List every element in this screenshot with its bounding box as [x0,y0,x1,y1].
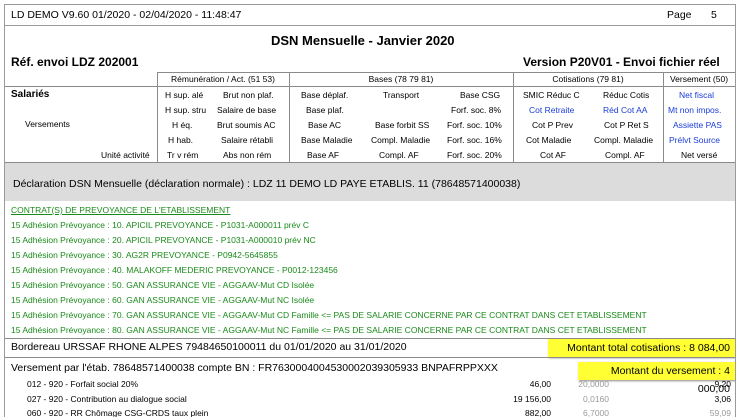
bordereau-line: Bordereau URSSAF RHONE ALPES 79484650100… [11,341,407,353]
declaration-text: Déclaration DSN Mensuelle (déclaration n… [13,178,521,190]
page-label: Page [667,9,692,21]
col-header: Brut soumis AC [217,120,276,130]
contrat-line: 15 Adhésion Prévoyance : 80. GAN ASSURAN… [11,325,647,335]
report-app-line: LD DEMO V9.60 01/2020 - 02/04/2020 - 11:… [11,9,242,21]
declaration-band: Déclaration DSN Mensuelle (déclaration n… [5,163,735,201]
col-header: Cot Maladie [526,135,572,145]
ref-envoi: Réf. envoi LDZ 202001 [11,55,139,69]
col-header: H éq. [172,120,193,130]
col-header: Net fiscal [679,90,714,100]
col-header: H hab. [168,135,194,145]
col-header: H sup. alé [165,90,204,100]
group-remuneration: Rémunération / Act. (51 53) [171,74,275,84]
col-header: Brut non plaf. [223,90,274,100]
col-header: Cot Retraite [529,105,575,115]
label-unite-activite: Unité activité [101,150,150,160]
col-header: Base forbit SS [375,120,430,130]
col-header: Réduc Cotis [603,90,650,100]
report-title: DSN Mensuelle - Janvier 2020 [271,33,455,48]
col-header: Base déplaf. [301,90,349,100]
report-page: LD DEMO V9.60 01/2020 - 02/04/2020 - 11:… [4,4,736,417]
col-header: Forf. soc. 20% [447,150,502,160]
group-cotisations: Cotisations (79 81) [552,74,624,84]
col-header: Base plaf. [306,105,344,115]
col-header: Mt non impos. [668,105,722,115]
label-versements: Versements [25,119,70,129]
contrat-line: 15 Adhésion Prévoyance : 70. GAN ASSURAN… [11,310,647,320]
col-header: Cot P Ret S [604,120,649,130]
col-header: Forf. soc. 10% [447,120,502,130]
detail-amount: 3,06 [714,394,731,404]
contrat-line: 15 Adhésion Prévoyance : 30. AG2R PREVOY… [11,250,278,260]
montant-cotisations: Montant total cotisations : 8 084,00 [548,339,735,357]
col-header: Salaire de base [217,105,277,115]
contrat-line: 15 Adhésion Prévoyance : 60. GAN ASSURAN… [11,295,315,305]
page-number: 5 [711,9,717,21]
detail-rate: 0,0160 [583,394,609,404]
contrat-line: 15 Adhésion Prévoyance : 50. GAN ASSURAN… [11,280,315,290]
col-header: Cot AF [540,150,566,160]
versement-line: Versement par l'étab. 78648571400038 com… [11,362,498,374]
col-header: Réd Cot AA [603,105,648,115]
group-versement: Versement (50) [669,74,729,84]
col-header: H sup. stru [165,105,207,115]
col-header: Prélvt Source [669,135,721,145]
col-header: Assiette PAS [673,120,722,130]
detail-label: 012 - 920 - Forfait social 20% [27,379,139,389]
contrat-line: 15 Adhésion Prévoyance : 40. MALAKOFF ME… [11,265,338,275]
col-header: Forf. soc. 16% [447,135,502,145]
version-label: Version P20V01 - Envoi fichier réel [523,55,720,69]
col-header: Base AF [307,150,340,160]
montant-versement: Montant du versement : 4 000,00 [578,362,735,395]
col-header: Tr v rém [167,150,199,160]
col-header: Base Maladie [301,135,353,145]
detail-label: 027 - 920 - Contribution au dialogue soc… [27,394,187,404]
detail-base: 46,00 [529,379,551,389]
label-salaries: Salariés [11,89,50,100]
contrat-line: 15 Adhésion Prévoyance : 20. APICIL PREV… [11,235,316,245]
group-bases: Bases (78 79 81) [368,74,434,84]
col-header: Compl. Maladie [371,135,431,145]
col-header: Transport [383,90,420,100]
col-header: Cot P Prev [532,120,573,130]
contrats-title: CONTRAT(S) DE PREVOYANCE DE L'ETABLISSEM… [11,205,231,215]
detail-amount: 9,20 [714,379,731,389]
contrat-line: 15 Adhésion Prévoyance : 10. APICIL PREV… [11,220,309,230]
col-header: Compl. AF [605,150,645,160]
detail-rate: 20,0000 [578,379,609,389]
detail-base: 19 156,00 [513,394,551,404]
col-header: Forf. soc. 8% [451,105,502,115]
col-header: SMIC Réduc C [523,90,580,100]
col-header: Net versé [681,150,718,160]
col-header: Salaire rétabli [221,135,273,145]
col-header: Base CSG [460,90,501,100]
col-header: Compl. Maladie [594,135,654,145]
col-header: Base AC [308,120,342,130]
divider [5,25,735,26]
col-header: Compl. AF [379,150,419,160]
col-header: Abs non rém [223,150,272,160]
